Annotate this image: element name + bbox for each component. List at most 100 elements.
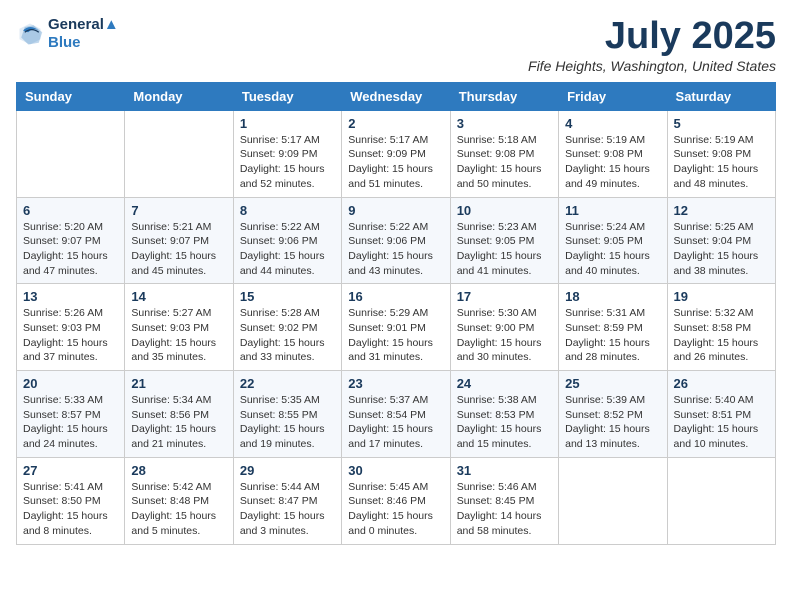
calendar-table: SundayMondayTuesdayWednesdayThursdayFrid… <box>16 82 776 545</box>
calendar-cell: 6 Sunrise: 5:20 AM Sunset: 9:07 PM Daylig… <box>17 197 125 284</box>
calendar-cell: 20Sunrise: 5:33 AM Sunset: 8:57 PM Dayli… <box>17 371 125 458</box>
day-header-sunday: Sunday <box>17 82 125 110</box>
logo: General▲ Blue <box>16 16 119 52</box>
day-detail: Sunrise: 5:31 AM Sunset: 8:59 PM Dayligh… <box>565 306 660 365</box>
calendar-cell: 9 Sunrise: 5:22 AM Sunset: 9:06 PM Daylig… <box>342 197 450 284</box>
calendar-cell: 27 Sunrise: 5:41 AM Sunset: 8:50 PM Dayli… <box>17 457 125 544</box>
day-number: 13 <box>23 289 118 304</box>
day-detail: Sunrise: 5:26 AM Sunset: 9:03 PM Dayligh… <box>23 306 118 365</box>
day-header-tuesday: Tuesday <box>233 82 341 110</box>
day-number: 18 <box>565 289 660 304</box>
day-detail: Sunrise: 5:27 AM Sunset: 9:03 PM Dayligh… <box>131 306 226 365</box>
day-number: 5 <box>674 116 769 131</box>
calendar-cell: 15Sunrise: 5:28 AM Sunset: 9:02 PM Dayli… <box>233 284 341 371</box>
calendar-cell: 11 Sunrise: 5:24 AM Sunset: 9:05 PM Dayli… <box>559 197 667 284</box>
day-detail: Sunrise: 5:19 AM Sunset: 9:08 PM Dayligh… <box>565 133 660 192</box>
month-title: July 2025 <box>528 16 776 58</box>
calendar-cell: 30 Sunrise: 5:45 AM Sunset: 8:46 PM Dayli… <box>342 457 450 544</box>
day-header-friday: Friday <box>559 82 667 110</box>
day-detail: Sunrise: 5:39 AM Sunset: 8:52 PM Dayligh… <box>565 393 660 452</box>
day-detail: Sunrise: 5:29 AM Sunset: 9:01 PM Dayligh… <box>348 306 443 365</box>
calendar-cell: 21 Sunrise: 5:34 AM Sunset: 8:56 PM Dayli… <box>125 371 233 458</box>
day-header-thursday: Thursday <box>450 82 558 110</box>
calendar-cell: 24 Sunrise: 5:38 AM Sunset: 8:53 PM Dayli… <box>450 371 558 458</box>
day-number: 6 <box>23 203 118 218</box>
day-detail: Sunrise: 5:30 AM Sunset: 9:00 PM Dayligh… <box>457 306 552 365</box>
day-number: 1 <box>240 116 335 131</box>
calendar-cell: 25 Sunrise: 5:39 AM Sunset: 8:52 PM Dayli… <box>559 371 667 458</box>
day-detail: Sunrise: 5:34 AM Sunset: 8:56 PM Dayligh… <box>131 393 226 452</box>
day-detail: Sunrise: 5:44 AM Sunset: 8:47 PM Dayligh… <box>240 480 335 539</box>
day-number: 11 <box>565 203 660 218</box>
calendar-cell: 31Sunrise: 5:46 AM Sunset: 8:45 PM Dayli… <box>450 457 558 544</box>
day-detail: Sunrise: 5:19 AM Sunset: 9:08 PM Dayligh… <box>674 133 769 192</box>
day-number: 3 <box>457 116 552 131</box>
day-number: 14 <box>131 289 226 304</box>
day-detail: Sunrise: 5:17 AM Sunset: 9:09 PM Dayligh… <box>240 133 335 192</box>
calendar-cell: 8 Sunrise: 5:22 AM Sunset: 9:06 PM Daylig… <box>233 197 341 284</box>
calendar-header-row: SundayMondayTuesdayWednesdayThursdayFrid… <box>17 82 776 110</box>
day-number: 20 <box>23 376 118 391</box>
day-number: 30 <box>348 463 443 478</box>
calendar-cell: 12Sunrise: 5:25 AM Sunset: 9:04 PM Dayli… <box>667 197 775 284</box>
day-detail: Sunrise: 5:20 AM Sunset: 9:07 PM Dayligh… <box>23 220 118 279</box>
day-number: 23 <box>348 376 443 391</box>
day-number: 21 <box>131 376 226 391</box>
calendar-cell <box>17 110 125 197</box>
day-detail: Sunrise: 5:45 AM Sunset: 8:46 PM Dayligh… <box>348 480 443 539</box>
day-detail: Sunrise: 5:22 AM Sunset: 9:06 PM Dayligh… <box>240 220 335 279</box>
day-detail: Sunrise: 5:46 AM Sunset: 8:45 PM Dayligh… <box>457 480 552 539</box>
day-detail: Sunrise: 5:32 AM Sunset: 8:58 PM Dayligh… <box>674 306 769 365</box>
day-header-saturday: Saturday <box>667 82 775 110</box>
calendar-cell <box>559 457 667 544</box>
day-number: 28 <box>131 463 226 478</box>
day-number: 19 <box>674 289 769 304</box>
day-number: 16 <box>348 289 443 304</box>
location: Fife Heights, Washington, United States <box>528 58 776 74</box>
page-header: General▲ Blue July 2025 Fife Heights, Wa… <box>16 16 776 74</box>
calendar-week-3: 13 Sunrise: 5:26 AM Sunset: 9:03 PM Dayli… <box>17 284 776 371</box>
calendar-cell: 7 Sunrise: 5:21 AM Sunset: 9:07 PM Daylig… <box>125 197 233 284</box>
calendar-week-5: 27 Sunrise: 5:41 AM Sunset: 8:50 PM Dayli… <box>17 457 776 544</box>
day-detail: Sunrise: 5:38 AM Sunset: 8:53 PM Dayligh… <box>457 393 552 452</box>
day-detail: Sunrise: 5:23 AM Sunset: 9:05 PM Dayligh… <box>457 220 552 279</box>
day-detail: Sunrise: 5:24 AM Sunset: 9:05 PM Dayligh… <box>565 220 660 279</box>
calendar-cell: 3 Sunrise: 5:18 AM Sunset: 9:08 PM Daylig… <box>450 110 558 197</box>
day-detail: Sunrise: 5:41 AM Sunset: 8:50 PM Dayligh… <box>23 480 118 539</box>
calendar-cell: 2 Sunrise: 5:17 AM Sunset: 9:09 PM Daylig… <box>342 110 450 197</box>
day-detail: Sunrise: 5:22 AM Sunset: 9:06 PM Dayligh… <box>348 220 443 279</box>
day-detail: Sunrise: 5:42 AM Sunset: 8:48 PM Dayligh… <box>131 480 226 539</box>
calendar-cell <box>125 110 233 197</box>
day-number: 7 <box>131 203 226 218</box>
logo-icon <box>16 20 44 48</box>
day-header-monday: Monday <box>125 82 233 110</box>
calendar-cell: 13 Sunrise: 5:26 AM Sunset: 9:03 PM Dayli… <box>17 284 125 371</box>
calendar-cell: 1 Sunrise: 5:17 AM Sunset: 9:09 PM Daylig… <box>233 110 341 197</box>
day-detail: Sunrise: 5:21 AM Sunset: 9:07 PM Dayligh… <box>131 220 226 279</box>
calendar-cell: 10 Sunrise: 5:23 AM Sunset: 9:05 PM Dayli… <box>450 197 558 284</box>
calendar-week-1: 1 Sunrise: 5:17 AM Sunset: 9:09 PM Daylig… <box>17 110 776 197</box>
calendar-cell: 17Sunrise: 5:30 AM Sunset: 9:00 PM Dayli… <box>450 284 558 371</box>
calendar-week-4: 20Sunrise: 5:33 AM Sunset: 8:57 PM Dayli… <box>17 371 776 458</box>
day-detail: Sunrise: 5:28 AM Sunset: 9:02 PM Dayligh… <box>240 306 335 365</box>
day-detail: Sunrise: 5:40 AM Sunset: 8:51 PM Dayligh… <box>674 393 769 452</box>
calendar-week-2: 6 Sunrise: 5:20 AM Sunset: 9:07 PM Daylig… <box>17 197 776 284</box>
day-number: 9 <box>348 203 443 218</box>
logo-text: General▲ Blue <box>48 16 119 52</box>
day-number: 8 <box>240 203 335 218</box>
day-detail: Sunrise: 5:18 AM Sunset: 9:08 PM Dayligh… <box>457 133 552 192</box>
day-number: 4 <box>565 116 660 131</box>
day-number: 25 <box>565 376 660 391</box>
calendar-cell: 5 Sunrise: 5:19 AM Sunset: 9:08 PM Daylig… <box>667 110 775 197</box>
calendar-cell: 4 Sunrise: 5:19 AM Sunset: 9:08 PM Daylig… <box>559 110 667 197</box>
calendar-cell: 19 Sunrise: 5:32 AM Sunset: 8:58 PM Dayli… <box>667 284 775 371</box>
day-detail: Sunrise: 5:35 AM Sunset: 8:55 PM Dayligh… <box>240 393 335 452</box>
day-detail: Sunrise: 5:17 AM Sunset: 9:09 PM Dayligh… <box>348 133 443 192</box>
calendar-cell: 14 Sunrise: 5:27 AM Sunset: 9:03 PM Dayli… <box>125 284 233 371</box>
day-number: 24 <box>457 376 552 391</box>
title-area: July 2025 Fife Heights, Washington, Unit… <box>528 16 776 74</box>
day-number: 10 <box>457 203 552 218</box>
day-number: 27 <box>23 463 118 478</box>
day-number: 2 <box>348 116 443 131</box>
calendar-cell: 22Sunrise: 5:35 AM Sunset: 8:55 PM Dayli… <box>233 371 341 458</box>
